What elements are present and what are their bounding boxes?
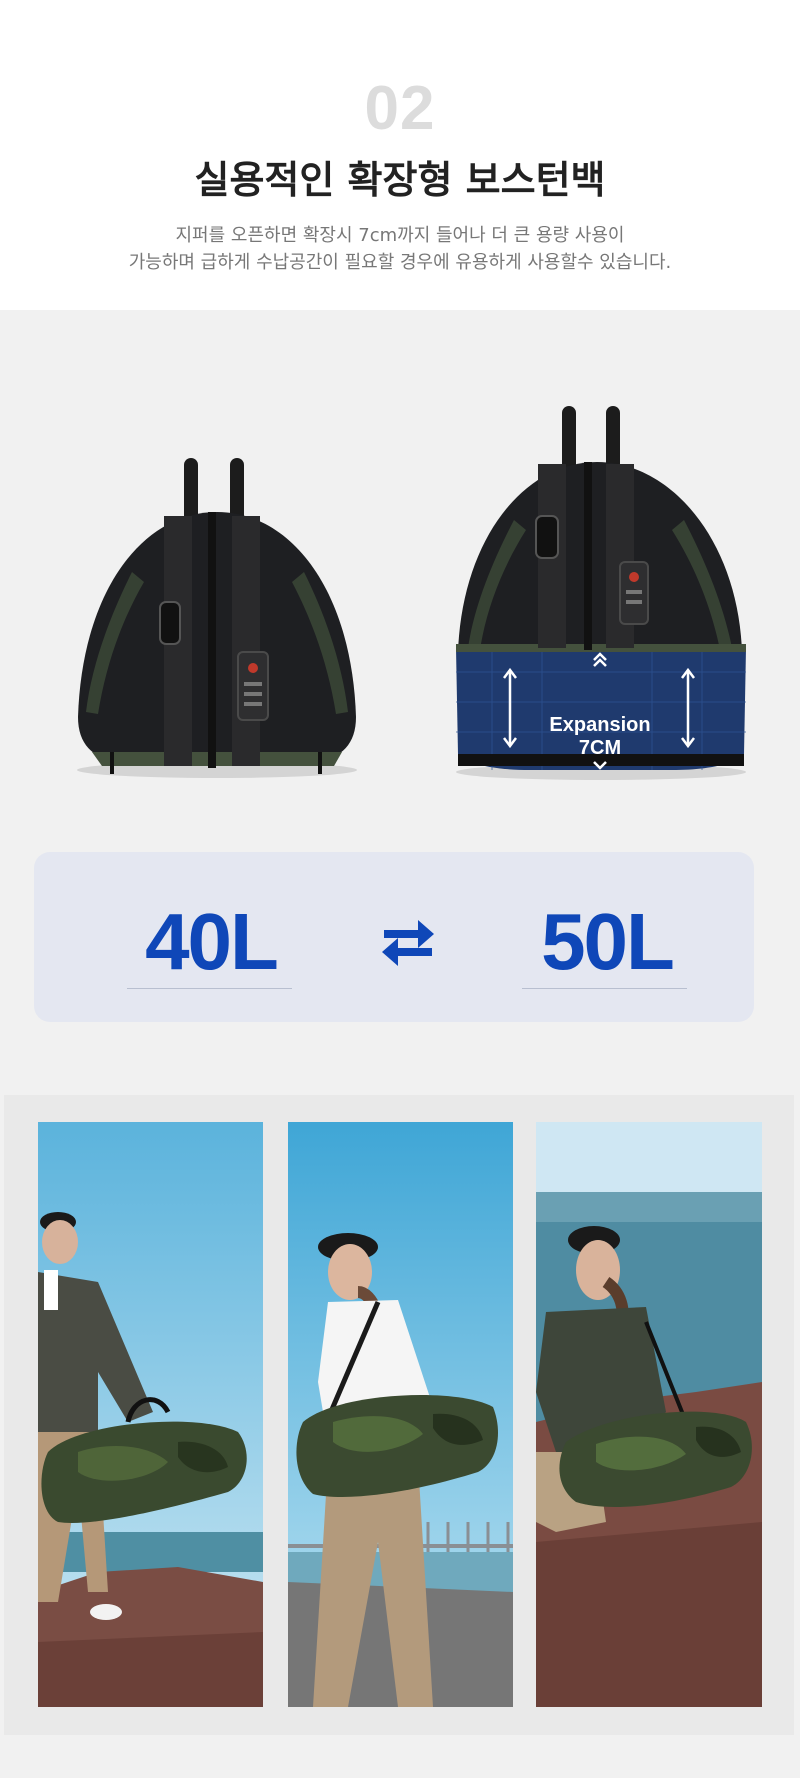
capacity-after-underline xyxy=(522,988,687,989)
lifestyle-photo-2 xyxy=(288,1122,513,1707)
lifestyle-photo-3 xyxy=(536,1122,762,1707)
lifestyle-photo-1 xyxy=(38,1122,263,1707)
expansion-label: Expansion 7CM xyxy=(452,714,748,760)
bag-expanded-image: Expansion 7CM xyxy=(452,402,750,782)
bag-normal-image xyxy=(72,452,362,782)
section-number: 02 xyxy=(364,74,436,143)
section-description: 지퍼를 오픈하면 확장시 7cm까지 들어나 더 큰 용량 사용이 가능하며 급… xyxy=(0,222,800,276)
expansion-label-line-1: Expansion xyxy=(549,714,651,736)
expansion-label-line-2: 7CM xyxy=(578,737,622,759)
capacity-after: 50L xyxy=(541,897,675,986)
section-header: 02 실용적인 확장형 보스턴백 지퍼를 오픈하면 확장시 7cm까지 들어나 … xyxy=(0,0,800,310)
capacity-before: 40L xyxy=(145,897,279,986)
description-line-2: 가능하며 급하게 수납공간이 필요할 경우에 유용하게 사용할수 있습니다. xyxy=(128,252,672,273)
swap-arrows-icon xyxy=(378,916,438,972)
capacity-before-underline xyxy=(127,988,292,989)
description-line-1: 지퍼를 오픈하면 확장시 7cm까지 들어나 더 큰 용량 사용이 xyxy=(175,225,625,246)
section-title: 실용적인 확장형 보스턴백 xyxy=(194,158,606,202)
